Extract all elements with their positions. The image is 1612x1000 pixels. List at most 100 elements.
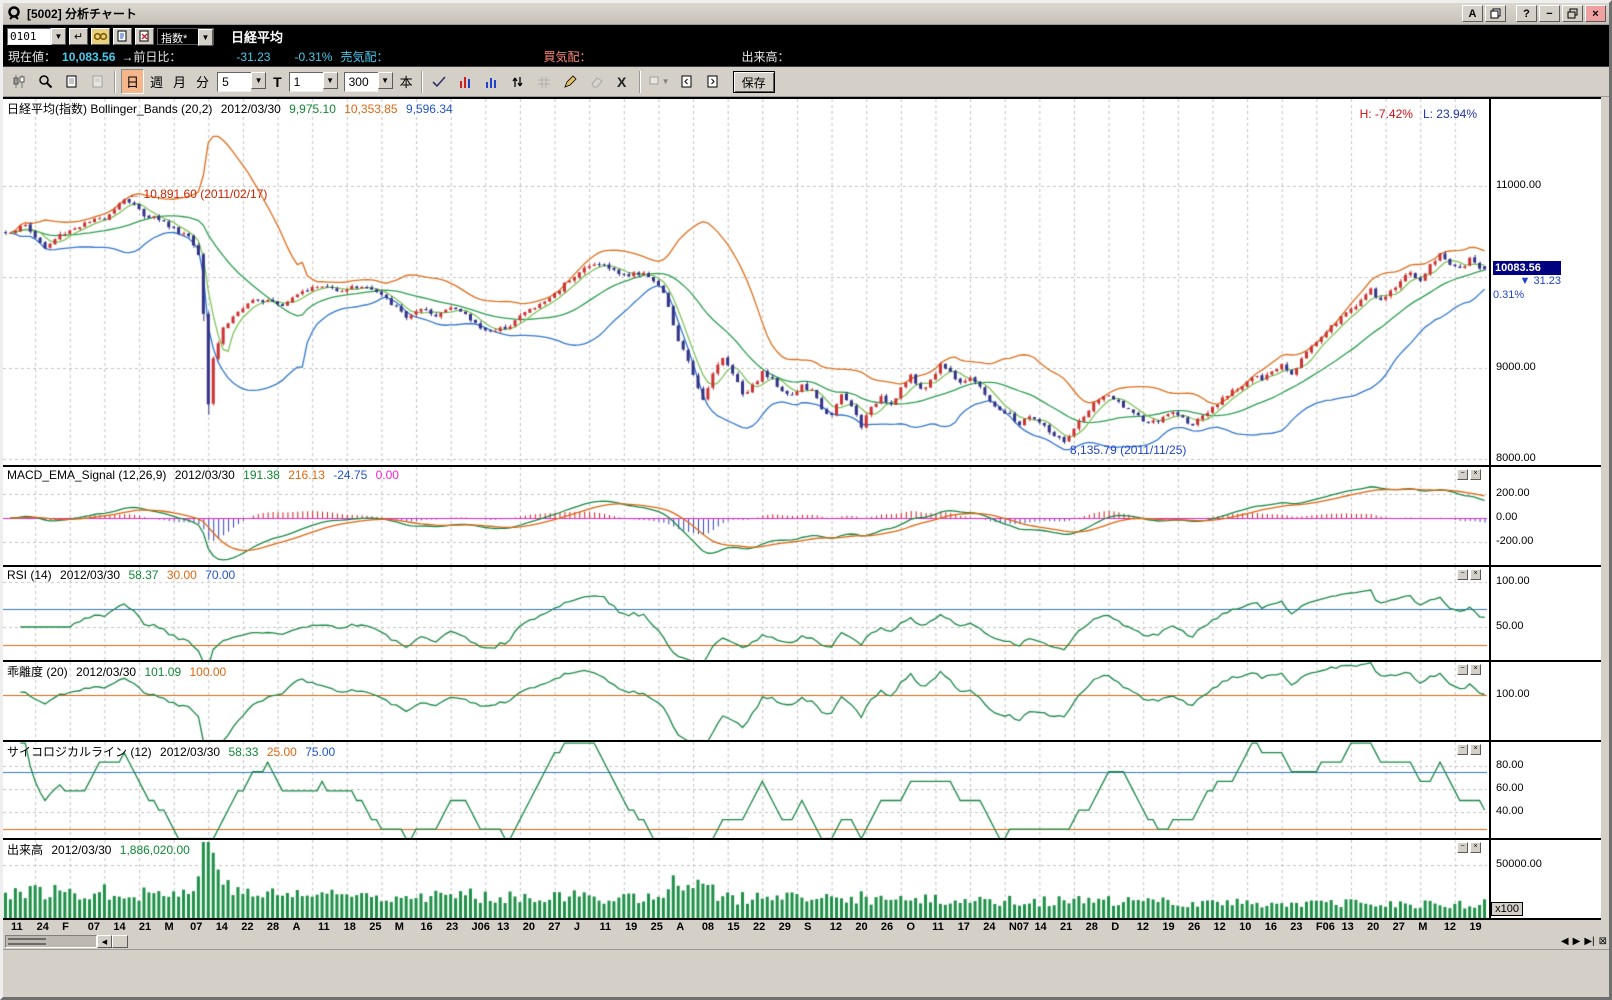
tick-select[interactable]: 1 ▼ bbox=[289, 72, 338, 92]
category-value: 指数* bbox=[158, 29, 198, 44]
volume-title: 出来高 bbox=[7, 843, 43, 857]
page-prev-button[interactable] bbox=[675, 70, 699, 94]
grid-icon bbox=[537, 75, 551, 89]
psych-panel: サイコロジカルライン (12) 2012/03/30 58.33 25.00 7… bbox=[3, 740, 1601, 838]
scrollbar-grip[interactable] bbox=[8, 938, 46, 945]
xaxis-label: 25 bbox=[369, 921, 381, 933]
xaxis-label: 23 bbox=[446, 921, 458, 933]
bollinger-lower-value: 9,596.34 bbox=[406, 102, 453, 116]
nav-end-button[interactable]: ▶| bbox=[1584, 936, 1594, 947]
period-day-button[interactable]: 日 bbox=[121, 69, 144, 94]
panel-collapse-button[interactable]: − bbox=[1457, 664, 1468, 675]
window-title: [5002] 分析チャート bbox=[27, 5, 137, 22]
signal-value: 216.13 bbox=[288, 468, 325, 482]
bid-label: 買気配： bbox=[544, 48, 592, 65]
grid-button[interactable] bbox=[532, 70, 556, 94]
category-dropdown-button[interactable]: ▼ bbox=[198, 29, 213, 46]
delete-x-button[interactable]: X bbox=[610, 70, 634, 94]
change-value: -31.23 bbox=[236, 50, 270, 64]
xaxis-label: A bbox=[676, 921, 684, 933]
minimize-button[interactable]: − bbox=[1539, 5, 1560, 22]
xaxis-label: 23 bbox=[1290, 921, 1302, 933]
zero-value: 0.00 bbox=[376, 468, 399, 482]
scrollbar-thumb[interactable] bbox=[112, 935, 128, 948]
enter-button[interactable]: ↵ bbox=[69, 28, 88, 45]
xaxis-label: 11 bbox=[599, 921, 611, 933]
indicator-blue-bars-button[interactable] bbox=[480, 70, 504, 94]
volume-canvas[interactable] bbox=[3, 840, 1487, 920]
panel-close-button[interactable]: × bbox=[1470, 842, 1481, 853]
sort-arrows-button[interactable] bbox=[506, 70, 530, 94]
symbol-code-input[interactable] bbox=[7, 28, 51, 45]
memo-edit-button[interactable] bbox=[113, 28, 132, 45]
page-new-button[interactable] bbox=[59, 70, 83, 94]
xaxis-label: 07 bbox=[190, 921, 202, 933]
symbol-name: 日経平均 bbox=[231, 27, 283, 46]
draw-check-button[interactable] bbox=[428, 70, 452, 94]
panel-collapse-button[interactable]: − bbox=[1457, 842, 1468, 853]
psych-title: サイコロジカルライン (12) bbox=[7, 745, 152, 759]
page-prev-icon bbox=[681, 75, 692, 88]
axis-label: 50000.00 bbox=[1496, 858, 1542, 870]
layout-copy-button[interactable]: ▼ bbox=[646, 70, 673, 94]
panel-collapse-button[interactable]: − bbox=[1457, 469, 1468, 480]
pencil-button[interactable] bbox=[558, 70, 582, 94]
copy-window-button[interactable] bbox=[1485, 5, 1506, 22]
xaxis-label: 28 bbox=[267, 921, 279, 933]
price-panel: 日経平均(指数) Bollinger_Bands (20,2) 2012/03/… bbox=[3, 97, 1601, 465]
binoculars-search-button[interactable] bbox=[91, 28, 110, 45]
category-select[interactable]: 指数* ▼ bbox=[157, 28, 214, 45]
scroll-left-button[interactable]: ◀ bbox=[97, 935, 112, 948]
nav-close-button[interactable]: ⊠ bbox=[1599, 936, 1607, 947]
macd-canvas[interactable] bbox=[3, 467, 1487, 567]
period-month-button[interactable]: 月 bbox=[169, 70, 190, 93]
panel-collapse-button[interactable]: − bbox=[1457, 744, 1468, 755]
nav-prev-button[interactable]: ◀ bbox=[1561, 936, 1569, 947]
panel-close-button[interactable]: × bbox=[1470, 664, 1481, 675]
xaxis-label: 12 bbox=[1444, 921, 1456, 933]
price-date: 2012/03/30 bbox=[221, 102, 281, 116]
page-next-button[interactable] bbox=[701, 70, 725, 94]
kairi-panel: 乖離度 (20) 2012/03/30 101.09 100.00 −× 100… bbox=[3, 660, 1601, 740]
macd-value: 191.38 bbox=[243, 468, 280, 482]
bar-count-select[interactable]: 300 ▼ bbox=[344, 72, 393, 92]
period-week-button[interactable]: 週 bbox=[146, 70, 167, 93]
indicator-red-bars-button[interactable] bbox=[454, 70, 478, 94]
scrollbar-track[interactable] bbox=[5, 935, 97, 948]
period-minute-button[interactable]: 分 bbox=[192, 70, 213, 93]
minute-interval-select[interactable]: 5 ▼ bbox=[217, 72, 266, 92]
rsi-low-band: 30.00 bbox=[167, 568, 197, 582]
axis-label: 60.00 bbox=[1496, 782, 1524, 794]
nav-next-button[interactable]: ▶ bbox=[1573, 936, 1581, 947]
low-pct: L: 23.94% bbox=[1423, 107, 1477, 121]
panel-close-button[interactable]: × bbox=[1470, 469, 1481, 480]
zoom-button[interactable] bbox=[33, 70, 57, 94]
panel-collapse-button[interactable]: − bbox=[1457, 569, 1468, 580]
bar-count-dropdown[interactable]: ▼ bbox=[378, 72, 393, 89]
save-button[interactable]: 保存 bbox=[733, 71, 775, 93]
price-chart-canvas[interactable] bbox=[3, 99, 1487, 467]
rsi-high-band: 70.00 bbox=[205, 568, 235, 582]
panel-close-button[interactable]: × bbox=[1470, 569, 1481, 580]
xaxis-label: J06 bbox=[472, 921, 490, 933]
xaxis-label: 19 bbox=[1162, 921, 1174, 933]
macd-title: MACD_EMA_Signal (12,26,9) bbox=[7, 468, 166, 482]
candlestick-chart-button[interactable] bbox=[7, 70, 31, 94]
xaxis-label: D bbox=[1111, 921, 1119, 933]
page-copy-button[interactable] bbox=[85, 70, 109, 94]
close-button[interactable]: × bbox=[1585, 5, 1606, 22]
page-copy-icon bbox=[92, 75, 103, 88]
page-icon bbox=[66, 75, 77, 88]
restore-button[interactable] bbox=[1562, 5, 1583, 22]
psych-value: 58.33 bbox=[228, 745, 258, 759]
minute-interval-dropdown[interactable]: ▼ bbox=[251, 72, 266, 89]
panel-close-button[interactable]: × bbox=[1470, 744, 1481, 755]
memo-clear-button[interactable] bbox=[135, 28, 154, 45]
tick-dropdown[interactable]: ▼ bbox=[323, 72, 338, 89]
symbol-dropdown-button[interactable]: ▼ bbox=[51, 28, 66, 45]
xaxis-label: 22 bbox=[753, 921, 765, 933]
font-button[interactable]: A bbox=[1462, 5, 1483, 22]
eraser-button[interactable] bbox=[584, 70, 608, 94]
rsi-title: RSI (14) bbox=[7, 568, 52, 582]
help-button[interactable]: ? bbox=[1516, 5, 1537, 22]
